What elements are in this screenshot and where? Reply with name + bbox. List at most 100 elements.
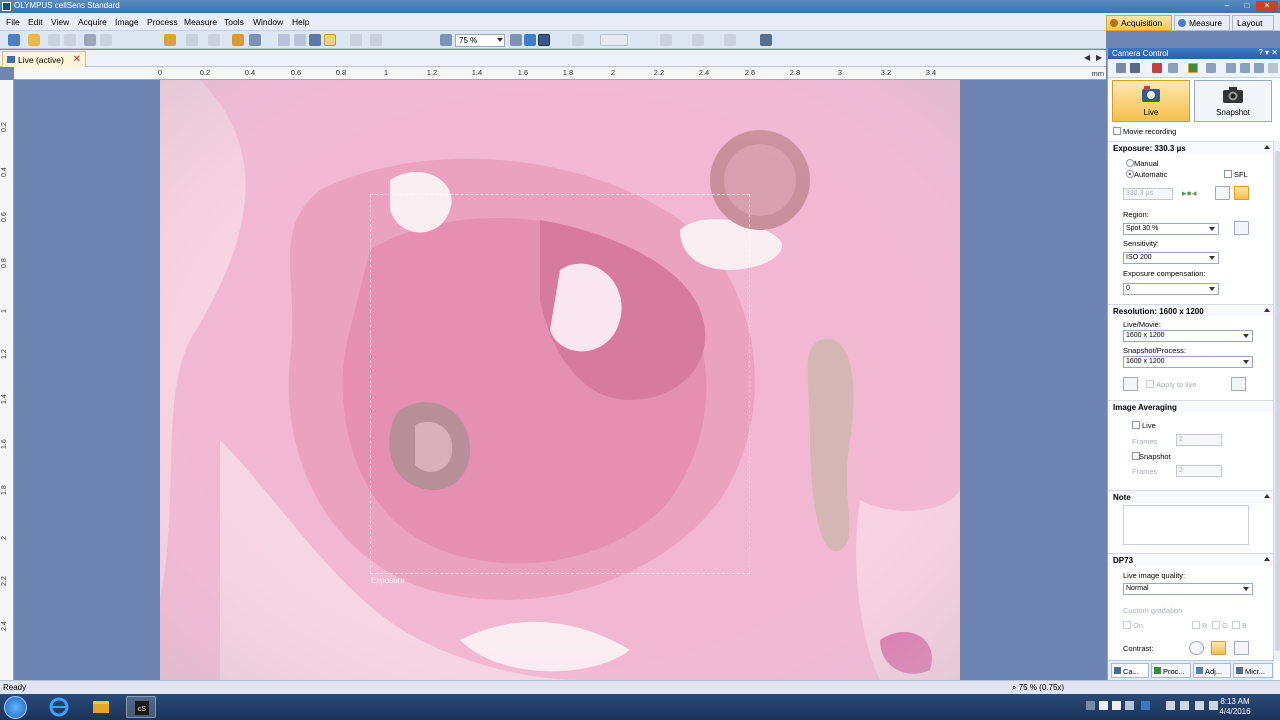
magic-wand-icon[interactable] <box>249 34 261 46</box>
mode-acquisition-button[interactable]: Acquisition <box>1106 15 1172 31</box>
gradation-b-checkbox[interactable] <box>1232 621 1240 629</box>
start-button[interactable] <box>4 696 27 719</box>
menu-measure[interactable]: Measure <box>184 17 217 27</box>
note-textarea[interactable] <box>1123 505 1249 545</box>
redo-icon[interactable] <box>208 34 220 46</box>
grid-icon[interactable] <box>1226 63 1236 73</box>
sfl-checkbox[interactable] <box>1224 170 1232 178</box>
zoom-in-icon[interactable] <box>510 34 522 46</box>
contrast-high-icon[interactable] <box>1234 641 1249 655</box>
settings-icon[interactable] <box>1206 63 1216 73</box>
menu-acquire[interactable]: Acquire <box>78 17 107 27</box>
menu-image[interactable]: Image <box>115 17 139 27</box>
tray-network-icon[interactable] <box>1195 701 1204 710</box>
snapshot-resolution-select[interactable]: 1600 x 1200 <box>1123 356 1253 368</box>
scrollbar-thumb[interactable] <box>1275 151 1280 651</box>
exposure-section-header[interactable]: Exposure: 330.3 µs <box>1108 141 1274 154</box>
camera-settings-icon[interactable] <box>760 34 772 46</box>
exposure-time-field[interactable]: 330.3 µs <box>1123 188 1173 200</box>
distribute-icon[interactable] <box>692 34 704 46</box>
tab-scroll-right-icon[interactable]: ▶ <box>1096 53 1102 62</box>
resolution-info-icon[interactable] <box>1231 377 1246 391</box>
movie-recording-checkbox[interactable] <box>1113 127 1121 135</box>
layer-icon[interactable] <box>724 34 736 46</box>
tray-stop-icon[interactable] <box>1112 701 1121 710</box>
exposure-roi-frame[interactable]: Exposure <box>370 194 750 585</box>
close-tab-icon[interactable]: ✕ <box>73 54 81 65</box>
snapshot-frames-field[interactable]: 2 <box>1176 465 1222 477</box>
print-preview-icon[interactable] <box>100 34 112 46</box>
eyedropper-icon[interactable] <box>1130 63 1140 73</box>
live-image-quality-select[interactable]: Normal <box>1123 583 1253 595</box>
tab-camera-control[interactable]: Ca... <box>1111 663 1149 678</box>
region-select[interactable]: Spot 30 % <box>1123 223 1219 235</box>
averaging-live-checkbox[interactable] <box>1132 421 1140 429</box>
pointer-tool-icon[interactable] <box>324 34 336 46</box>
region-roi-icon[interactable] <box>1234 221 1249 235</box>
more-options-icon[interactable] <box>1268 63 1278 73</box>
image-averaging-section-header[interactable]: Image Averaging <box>1108 400 1274 413</box>
zoom-region-icon[interactable] <box>309 34 321 46</box>
select-roi-icon[interactable] <box>232 34 244 46</box>
record-icon[interactable] <box>1152 63 1162 73</box>
tab-adjust-display[interactable]: Adj... <box>1193 663 1231 678</box>
histogram-icon[interactable] <box>1168 63 1178 73</box>
magnifier-icon[interactable] <box>440 34 452 46</box>
image-canvas[interactable]: Exposure <box>14 80 1106 680</box>
exposure-adjust-arrows-icon[interactable]: ▸●◂ <box>1182 188 1196 199</box>
zoom-select[interactable]: 75 % <box>455 34 505 47</box>
cellsens-taskbar-icon[interactable]: cS <box>126 696 156 718</box>
line-tool-icon[interactable] <box>370 34 382 46</box>
fit-window-icon[interactable] <box>524 34 536 46</box>
live-frames-field[interactable]: 2 <box>1176 434 1222 446</box>
tab-scroll-left-icon[interactable]: ◀ <box>1084 53 1090 62</box>
dp73-section-header[interactable]: DP73 <box>1108 553 1274 566</box>
print-icon[interactable] <box>84 34 96 46</box>
properties-icon[interactable] <box>164 34 176 46</box>
color-picker-icon[interactable] <box>1116 63 1126 73</box>
automatic-radio[interactable] <box>1126 170 1134 178</box>
gradation-r-checkbox[interactable] <box>1192 621 1200 629</box>
panel-scrollbar[interactable] <box>1273 141 1280 661</box>
gradation-g-checkbox[interactable] <box>1212 621 1220 629</box>
view-mode-icon[interactable] <box>600 34 628 46</box>
maximize-button[interactable]: □ <box>1240 1 1254 12</box>
tray-media-icon[interactable] <box>1099 701 1108 710</box>
undo-icon[interactable] <box>186 34 198 46</box>
tray-expand-icon[interactable] <box>1166 701 1175 710</box>
lock-exposure-icon[interactable] <box>1234 186 1249 200</box>
tray-flag-icon[interactable] <box>1180 701 1189 710</box>
mode-measure-button[interactable]: Measure <box>1174 15 1230 31</box>
zoom-tool-icon[interactable] <box>294 34 306 46</box>
menu-view[interactable]: View <box>51 17 69 27</box>
live-button[interactable]: Live <box>1112 80 1190 122</box>
menu-help[interactable]: Help <box>292 17 309 27</box>
menu-edit[interactable]: Edit <box>28 17 43 27</box>
file-explorer-icon[interactable] <box>86 696 116 718</box>
open-folder-icon[interactable] <box>28 34 40 46</box>
new-document-icon[interactable] <box>8 34 20 46</box>
arrow-tool-icon[interactable] <box>350 34 362 46</box>
resolution-section-header[interactable]: Resolution: 1600 x 1200 <box>1108 304 1274 317</box>
auto-exposure-icon[interactable] <box>1215 186 1230 200</box>
menu-tools[interactable]: Tools <box>224 17 244 27</box>
align-icon[interactable] <box>660 34 672 46</box>
close-button[interactable]: ✕ <box>1256 1 1278 12</box>
tab-microscope-control[interactable]: Micr... <box>1233 663 1273 678</box>
tray-bluetooth-icon[interactable] <box>1141 701 1150 710</box>
list-icon[interactable] <box>1254 63 1264 73</box>
menu-file[interactable]: File <box>6 17 20 27</box>
manual-radio[interactable] <box>1126 159 1134 167</box>
contrast-medium-icon[interactable] <box>1211 641 1226 655</box>
tray-arrow-icon[interactable] <box>1086 701 1095 710</box>
gradation-on-checkbox[interactable] <box>1123 621 1131 629</box>
menu-window[interactable]: Window <box>253 17 283 27</box>
minimize-button[interactable]: – <box>1220 1 1234 12</box>
pan-hand-icon[interactable] <box>278 34 290 46</box>
full-screen-icon[interactable] <box>538 34 550 46</box>
taskbar-clock[interactable]: 8:13 AM 4/4/2016 <box>1215 697 1255 717</box>
mode-layout-button[interactable]: Layout <box>1232 15 1274 31</box>
menu-process[interactable]: Process <box>147 17 178 27</box>
sensitivity-select[interactable]: ISO 200 <box>1123 252 1219 264</box>
apply-to-live-checkbox[interactable] <box>1146 380 1154 388</box>
